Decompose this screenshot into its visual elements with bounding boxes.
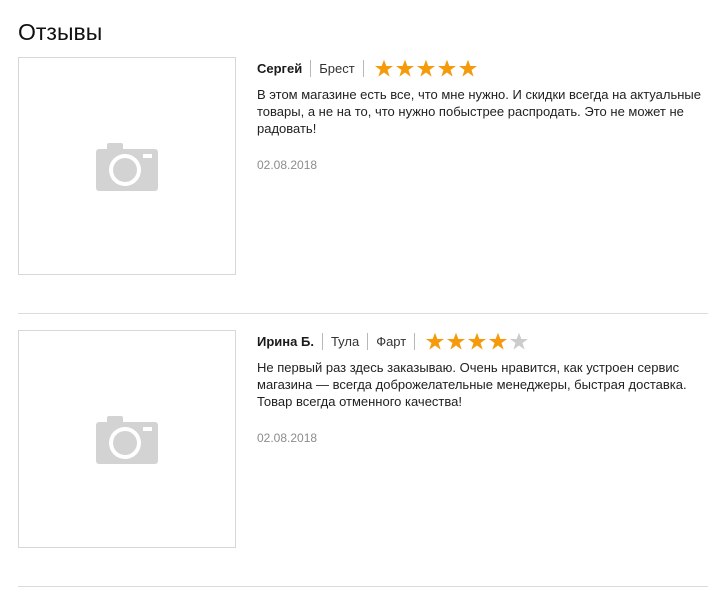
review-card: Ирина Б. Тула Фарт Не первый раз здесь з… xyxy=(18,330,708,560)
review-city: Брест xyxy=(319,60,355,76)
review-author: Сергей xyxy=(257,60,303,76)
review-text: Не первый раз здесь заказываю. Очень нра… xyxy=(257,360,687,409)
review-meta: Ирина Б. Тула Фарт xyxy=(257,330,709,352)
review-author: Ирина Б. xyxy=(257,333,314,349)
review-extra-tag: Фарт xyxy=(376,333,407,349)
star-filled-icon xyxy=(447,332,466,350)
star-filled-icon xyxy=(489,332,508,350)
review-divider xyxy=(18,313,708,314)
review-card: Сергей Брест В этом магазине есть все, ч… xyxy=(18,57,708,287)
camera-icon xyxy=(96,416,158,464)
star-filled-icon xyxy=(416,59,435,77)
meta-divider xyxy=(367,332,369,350)
camera-icon xyxy=(96,143,158,191)
review-text: В этом магазине есть все, что мне нужно.… xyxy=(257,87,701,136)
review-divider xyxy=(18,586,708,587)
meta-divider xyxy=(310,59,312,77)
review-city: Тула xyxy=(330,333,360,349)
reviews-page: Отзывы Сергей Брест В этом магазине есть… xyxy=(0,0,720,598)
review-content: Сергей Брест В этом магазине есть все, ч… xyxy=(257,57,709,172)
rating-stars xyxy=(374,59,479,77)
star-filled-icon xyxy=(374,59,393,77)
review-content: Ирина Б. Тула Фарт Не первый раз здесь з… xyxy=(257,330,709,445)
star-filled-icon xyxy=(437,59,456,77)
review-photo-placeholder xyxy=(18,57,236,275)
meta-divider xyxy=(321,332,323,350)
meta-divider xyxy=(414,332,416,350)
page-title: Отзывы xyxy=(18,19,103,45)
review-meta: Сергей Брест xyxy=(257,57,709,79)
star-filled-icon xyxy=(426,332,445,350)
rating-stars xyxy=(425,332,530,350)
review-date: 02.08.2018 xyxy=(257,158,318,172)
review-date: 02.08.2018 xyxy=(257,431,318,445)
star-filled-icon xyxy=(468,332,487,350)
star-filled-icon xyxy=(458,59,477,77)
review-photo-placeholder xyxy=(18,330,236,548)
star-filled-icon xyxy=(395,59,414,77)
meta-divider xyxy=(362,59,364,77)
star-empty-icon xyxy=(510,332,529,350)
